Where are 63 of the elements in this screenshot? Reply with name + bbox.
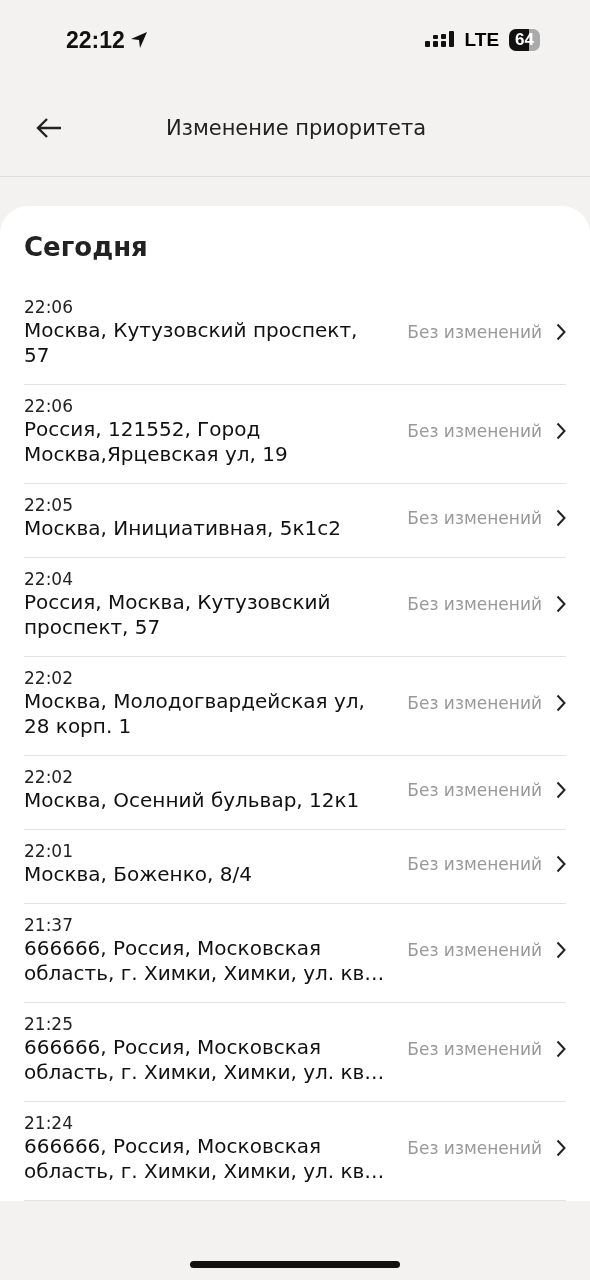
row-address: Россия, Москва, Кутузовский <box>24 590 332 615</box>
row-time: 21:25 <box>24 1013 74 1035</box>
history-row[interactable]: 21:25 666666, Россия, Московская область, г. Химки, Химки, ул. кв… Без изменений <box>24 1003 566 1102</box>
row-address: 666666, Россия, Московская <box>24 936 323 961</box>
row-address: проспект, 57 <box>24 615 162 640</box>
row-time: 22:02 <box>24 667 74 689</box>
row-address: Москва, Кутузовский проспект, <box>24 318 359 343</box>
row-time: 21:37 <box>24 914 74 936</box>
back-icon[interactable] <box>36 117 62 139</box>
row-time: 22:06 <box>24 296 74 318</box>
row-address: Москва, Молодогвардейская ул, <box>24 689 366 714</box>
row-address: область, г. Химки, Химки, ул. кв… <box>24 1060 386 1085</box>
row-address: область, г. Химки, Химки, ул. кв… <box>24 961 386 986</box>
row-time: 22:06 <box>24 395 74 417</box>
signal-icon <box>424 31 455 49</box>
history-row[interactable]: 22:02 Москва, Молодогвардейская ул, 28 корп. 1 Без изменений <box>24 657 566 756</box>
row-status: Без изменений <box>407 1138 542 1158</box>
history-row[interactable]: 22:04 Россия, Москва, Кутузовский проспект, 57 Без изменений <box>24 558 566 657</box>
history-row[interactable]: 22:02 Москва, Осенний бульвар, 12к1 Без изменений <box>24 756 566 830</box>
row-time: 22:02 <box>24 766 74 788</box>
network-label: LTE <box>464 29 500 51</box>
chevron-icon <box>556 694 566 712</box>
history-row[interactable]: 22:01 Москва, Боженко, 8/4 Без изменений <box>24 830 566 904</box>
history-row[interactable]: 22:05 Москва, Инициативная, 5к1с2 Без изменений <box>24 484 566 558</box>
row-status: Без изменений <box>407 779 542 800</box>
row-address: 666666, Россия, Московская <box>24 1035 323 1060</box>
row-address: Россия, 121552, Город <box>24 417 262 442</box>
row-time: 22:05 <box>24 494 74 516</box>
chevron-icon <box>556 1040 566 1058</box>
row-time: 21:24 <box>24 1112 74 1134</box>
history-row[interactable]: 22:06 Москва, Кутузовский проспект, 57 Без изменений <box>24 286 566 385</box>
history-row[interactable]: 22:06 Россия, 121552, Город Москва,Ярцевская ул, 19 Без изменений <box>24 385 566 484</box>
row-status: Без изменений <box>407 507 542 528</box>
row-status: Без изменений <box>407 693 542 713</box>
chevron-icon <box>556 1139 566 1157</box>
row-status: Без изменений <box>407 322 542 342</box>
chevron-icon <box>556 595 566 613</box>
row-address: 666666, Россия, Московская <box>24 1134 323 1159</box>
row-status: Без изменений <box>407 421 542 441</box>
chevron-icon <box>556 854 566 873</box>
row-address: 28 корп. 1 <box>24 714 133 739</box>
status-time: 22:12 <box>66 26 125 54</box>
history-row[interactable]: 21:24 666666, Россия, Московская область, г. Химки, Химки, ул. кв… Без изменений <box>24 1102 566 1201</box>
row-status: Без изменений <box>407 594 542 614</box>
screen-title: Изменение приоритета <box>166 116 427 140</box>
row-status: Без изменений <box>407 1039 542 1059</box>
row-address: Москва,Ярцевская ул, 19 <box>24 442 289 467</box>
row-address: Москва, Инициативная, 5к1с2 <box>24 516 342 541</box>
chevron-icon <box>556 323 566 341</box>
row-address: Москва, Осенний бульвар, 12к1 <box>24 788 361 813</box>
chevron-icon <box>556 422 566 440</box>
history-row[interactable]: 21:37 666666, Россия, Московская область, г. Химки, Химки, ул. кв… Без изменений <box>24 904 566 1003</box>
section-title: Сегодня <box>24 231 149 264</box>
row-status: Без изменений <box>407 853 542 874</box>
row-address: 57 <box>24 343 51 368</box>
chevron-icon <box>556 941 566 959</box>
row-address: Москва, Боженко, 8/4 <box>24 862 253 887</box>
chevron-icon <box>556 780 566 799</box>
row-address: область, г. Химки, Химки, ул. кв… <box>24 1159 386 1184</box>
row-time: 22:01 <box>24 840 74 862</box>
row-status: Без изменений <box>407 940 542 960</box>
chevron-icon <box>556 508 566 527</box>
row-time: 22:04 <box>24 568 74 590</box>
